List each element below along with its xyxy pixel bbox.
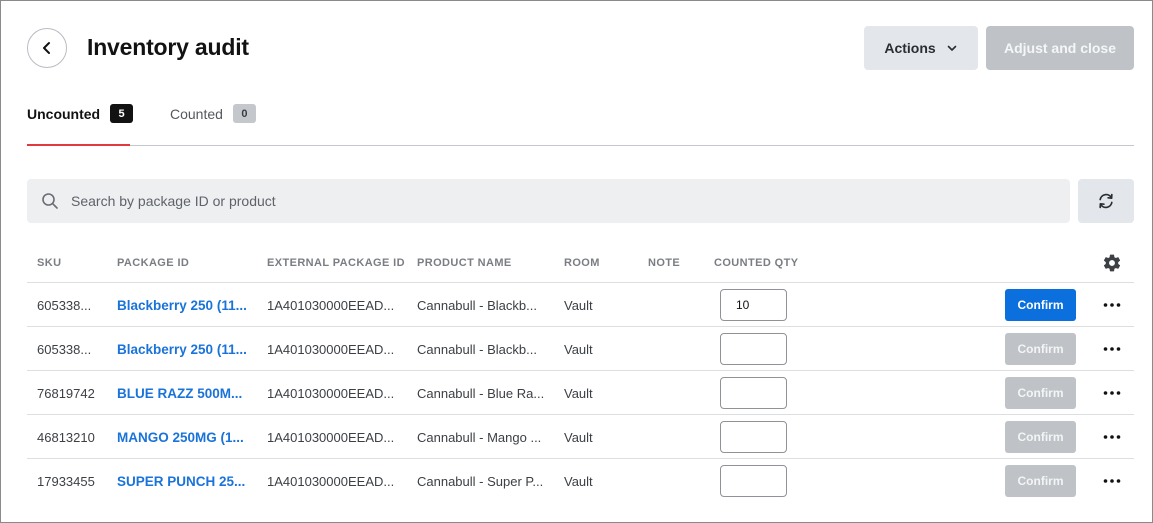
sku-cell: 76819742 — [37, 385, 95, 401]
inventory-table: SKU PACKAGE ID EXTERNAL PACKAGE ID PRODU… — [27, 242, 1134, 503]
counted-qty-input[interactable] — [720, 289, 787, 321]
product-name-cell: Cannabull - Super P... — [417, 473, 544, 489]
package-id-cell: SUPER PUNCH 25... — [117, 459, 262, 503]
more-horizontal-icon — [1103, 303, 1121, 307]
package-id-cell: Blackberry 250 (11... — [117, 283, 262, 327]
room-cell: Vault — [564, 297, 593, 313]
product-name-cell: Cannabull - Blackb... — [417, 297, 537, 313]
package-id-link[interactable]: BLUE RAZZ 500M... — [117, 386, 242, 401]
room-cell: Vault — [564, 429, 593, 445]
external-package-id-cell: 1A401030000EEAD... — [267, 473, 395, 489]
page-title: Inventory audit — [87, 34, 249, 60]
note-cell — [648, 459, 708, 503]
counted-qty-input[interactable] — [720, 377, 787, 409]
tab-counted-label: Counted — [170, 106, 223, 122]
chevron-down-icon — [947, 45, 956, 51]
adjust-and-close-button[interactable]: Adjust and close — [986, 26, 1134, 70]
sku-cell: 605338... — [37, 341, 92, 357]
note-cell — [648, 371, 708, 415]
package-id-cell: Blackberry 250 (11... — [117, 327, 262, 371]
package-id-link[interactable]: SUPER PUNCH 25... — [117, 474, 245, 489]
confirm-button[interactable]: Confirm — [1005, 465, 1076, 497]
gear-icon[interactable] — [1102, 253, 1122, 273]
chevron-left-icon — [43, 42, 50, 54]
more-horizontal-icon — [1103, 435, 1121, 439]
refresh-button[interactable] — [1078, 179, 1134, 223]
confirm-button[interactable]: Confirm — [1005, 421, 1076, 453]
sku-cell: 46813210 — [37, 429, 95, 445]
sku-cell: 605338... — [37, 297, 92, 313]
note-cell — [648, 415, 708, 459]
note-cell — [648, 327, 708, 371]
column-header-sku: SKU — [37, 257, 62, 269]
product-name-cell: Cannabull - Mango ... — [417, 429, 542, 445]
table-body: 605338... Blackberry 250 (11... 1A401030… — [27, 283, 1134, 503]
package-id-link[interactable]: Blackberry 250 (11... — [117, 298, 247, 313]
counted-qty-input[interactable] — [720, 421, 787, 453]
search-icon — [42, 193, 58, 209]
room-cell: Vault — [564, 473, 593, 489]
package-id-link[interactable]: MANGO 250MG (1... — [117, 430, 244, 445]
confirm-button[interactable]: Confirm — [1005, 289, 1076, 321]
column-header-external-package-id: EXTERNAL PACKAGE ID — [267, 257, 405, 269]
tab-counted[interactable]: Counted 0 — [170, 104, 256, 146]
package-id-cell: BLUE RAZZ 500M... — [117, 371, 262, 415]
confirm-button[interactable]: Confirm — [1005, 333, 1076, 365]
tab-uncounted-count-badge: 5 — [110, 104, 134, 123]
confirm-button[interactable]: Confirm — [1005, 377, 1076, 409]
external-package-id-cell: 1A401030000EEAD... — [267, 385, 395, 401]
tab-uncounted-label: Uncounted — [27, 106, 101, 122]
row-actions-menu[interactable] — [1101, 471, 1123, 491]
sku-cell: 17933455 — [37, 473, 95, 489]
row-actions-menu[interactable] — [1101, 383, 1123, 403]
column-header-counted-qty: COUNTED QTY — [714, 257, 799, 269]
more-horizontal-icon — [1103, 391, 1121, 395]
column-header-room: ROOM — [564, 257, 600, 269]
counted-qty-input[interactable] — [720, 465, 787, 497]
table-row: 46813210 MANGO 250MG (1... 1A401030000EE… — [27, 415, 1134, 459]
column-header-package-id: PACKAGE ID — [117, 257, 190, 269]
row-actions-menu[interactable] — [1101, 427, 1123, 447]
table-row: 605338... Blackberry 250 (11... 1A401030… — [27, 283, 1134, 327]
row-actions-menu[interactable] — [1101, 295, 1123, 315]
row-actions-menu[interactable] — [1101, 339, 1123, 359]
column-header-product-name: PRODUCT NAME — [417, 257, 512, 269]
table-header: SKU PACKAGE ID EXTERNAL PACKAGE ID PRODU… — [27, 242, 1134, 283]
active-tab-indicator — [27, 144, 130, 146]
product-name-cell: Cannabull - Blackb... — [417, 341, 537, 357]
package-id-link[interactable]: Blackberry 250 (11... — [117, 342, 247, 357]
more-horizontal-icon — [1103, 479, 1121, 483]
actions-dropdown-button[interactable]: Actions — [864, 26, 978, 70]
external-package-id-cell: 1A401030000EEAD... — [267, 341, 395, 357]
tab-counted-count-badge: 0 — [232, 104, 256, 123]
external-package-id-cell: 1A401030000EEAD... — [267, 297, 395, 313]
external-package-id-cell: 1A401030000EEAD... — [267, 429, 395, 445]
room-cell: Vault — [564, 341, 593, 357]
tab-bar: Uncounted 5 Counted 0 — [27, 100, 1134, 146]
table-row: 76819742 BLUE RAZZ 500M... 1A401030000EE… — [27, 371, 1134, 415]
package-id-cell: MANGO 250MG (1... — [117, 415, 262, 459]
room-cell: Vault — [564, 385, 593, 401]
table-row: 605338... Blackberry 250 (11... 1A401030… — [27, 327, 1134, 371]
actions-button-label: Actions — [884, 40, 936, 56]
back-button[interactable] — [27, 28, 67, 68]
search-input[interactable] — [71, 193, 971, 209]
note-cell — [648, 283, 708, 327]
product-name-cell: Cannabull - Blue Ra... — [417, 385, 545, 401]
search-bar — [27, 179, 1070, 223]
column-header-note: NOTE — [648, 257, 681, 269]
table-row: 17933455 SUPER PUNCH 25... 1A401030000EE… — [27, 459, 1134, 503]
more-horizontal-icon — [1103, 347, 1121, 351]
tab-uncounted[interactable]: Uncounted 5 — [27, 104, 134, 146]
refresh-icon — [1099, 193, 1113, 209]
counted-qty-input[interactable] — [720, 333, 787, 365]
adjust-button-label: Adjust and close — [1003, 40, 1117, 56]
